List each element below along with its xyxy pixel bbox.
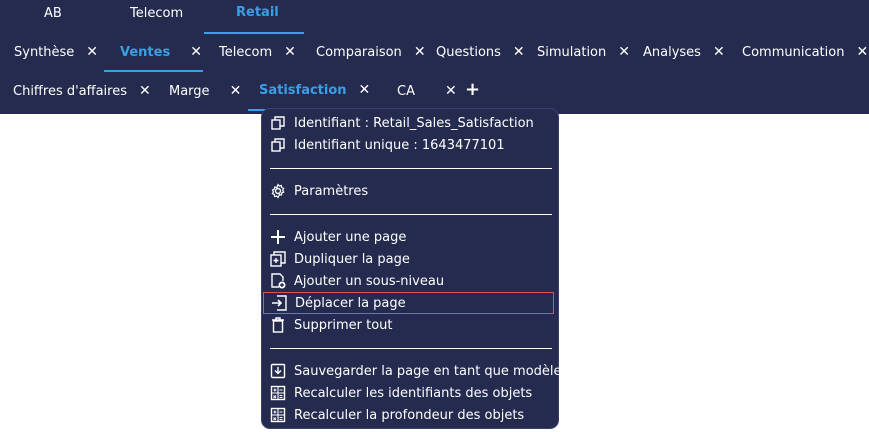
calculator-icon: [270, 407, 286, 423]
close-icon[interactable]: ✕: [856, 44, 868, 60]
tab-questions[interactable]: Questions ✕: [436, 43, 525, 61]
menu-item-ajouter-sous-niveau[interactable]: Ajouter un sous-niveau: [270, 270, 554, 292]
close-icon[interactable]: ✕: [86, 44, 98, 60]
menu-item-label: Déplacer la page: [295, 295, 406, 311]
trash-icon: [270, 317, 286, 333]
menu-separator: [270, 348, 552, 349]
tab-ventes[interactable]: Ventes ✕: [120, 43, 202, 61]
duplicate-icon: [270, 251, 286, 267]
close-icon[interactable]: ✕: [618, 44, 630, 60]
menu-item-label: Paramètres: [294, 183, 369, 199]
tab-ca[interactable]: CA ✕: [397, 82, 457, 100]
tab-label: Marge: [169, 83, 210, 99]
menu-item-identifiant-unique[interactable]: Identifiant unique : 1643477101: [270, 134, 554, 156]
menu-item-dupliquer-page[interactable]: Dupliquer la page: [270, 248, 554, 270]
menu-item-label: Recalculer la profondeur des objets: [294, 407, 525, 423]
menu-item-label: Identifiant : Retail_Sales_Satisfaction: [294, 115, 534, 131]
top-tab-telecom[interactable]: Telecom: [130, 4, 183, 22]
menu-item-supprimer-tout[interactable]: Supprimer tout: [270, 314, 554, 336]
tab-comparaison[interactable]: Comparaison ✕: [316, 43, 426, 61]
menu-item-ajouter-page[interactable]: Ajouter une page: [270, 226, 554, 248]
close-icon[interactable]: ✕: [359, 82, 371, 98]
context-menu: Identifiant : Retail_Sales_Satisfaction …: [261, 108, 562, 429]
tab-label: Questions: [436, 44, 501, 60]
close-icon[interactable]: ✕: [284, 44, 296, 60]
tab-label: Satisfaction: [259, 82, 347, 98]
tab-label: CA: [397, 83, 415, 99]
menu-item-label: Dupliquer la page: [294, 251, 410, 267]
gear-icon: [270, 183, 286, 199]
navbar: AB Telecom Retail Synthèse ✕ Ventes ✕ Te…: [0, 0, 869, 114]
tab-label: AB: [44, 5, 62, 21]
close-icon[interactable]: ✕: [445, 83, 457, 99]
copy-icon: [270, 115, 286, 131]
close-icon[interactable]: ✕: [139, 83, 151, 99]
tab-communication[interactable]: Communication ✕: [742, 43, 868, 61]
tab-label: Retail: [236, 4, 279, 20]
close-icon[interactable]: ✕: [414, 44, 426, 60]
plus-icon: [270, 229, 286, 245]
tab-label: Ventes: [120, 44, 171, 60]
menu-item-label: Recalculer les identifiants des objets: [294, 385, 533, 401]
tab-label: Comparaison: [316, 44, 402, 60]
active-tab-underline: [204, 32, 304, 34]
calculator-icon: [270, 385, 286, 401]
tab-label: Communication: [742, 44, 845, 60]
menu-separator: [270, 168, 552, 169]
close-icon[interactable]: ✕: [190, 44, 202, 60]
top-tab-retail[interactable]: Retail: [236, 3, 279, 21]
tab-chiffres-affaires[interactable]: Chiffres d'affaires ✕: [13, 82, 151, 100]
menu-item-recalculer-profondeur[interactable]: Recalculer la profondeur des objets: [270, 404, 554, 426]
tab-label: Telecom: [130, 5, 184, 21]
add-tab-button[interactable]: +: [465, 79, 480, 100]
menu-item-label: Sauvegarder la page en tant que modèle: [294, 363, 562, 379]
menu-item-sauvegarder-modele[interactable]: Sauvegarder la page en tant que modèle: [270, 360, 562, 382]
tab-label: Telecom: [219, 44, 273, 60]
menu-item-identifiant[interactable]: Identifiant : Retail_Sales_Satisfaction: [270, 112, 554, 134]
menu-item-label: Identifiant unique : 1643477101: [294, 137, 505, 153]
tab-analyses[interactable]: Analyses ✕: [643, 43, 725, 61]
save-template-icon: [270, 363, 286, 379]
tab-label: Simulation: [537, 44, 607, 60]
tab-label: Analyses: [643, 44, 701, 60]
tab-label: Chiffres d'affaires: [13, 83, 128, 99]
tab-synthese[interactable]: Synthèse ✕: [14, 43, 98, 61]
close-icon[interactable]: ✕: [513, 44, 525, 60]
add-sublevel-icon: [270, 273, 286, 289]
tab-telecom[interactable]: Telecom ✕: [219, 43, 296, 61]
menu-item-label: Ajouter un sous-niveau: [294, 273, 445, 289]
top-tab-ab[interactable]: AB: [44, 4, 62, 22]
tab-label: Synthèse: [14, 44, 75, 60]
menu-item-label: Ajouter une page: [294, 229, 407, 245]
tab-satisfaction[interactable]: Satisfaction ✕: [259, 81, 370, 99]
menu-item-label: Supprimer tout: [294, 317, 393, 333]
menu-separator: [270, 214, 552, 215]
copy-icon: [270, 137, 286, 153]
menu-item-recalculer-identifiants[interactable]: Recalculer les identifiants des objets: [270, 382, 554, 404]
move-icon: [271, 295, 287, 311]
close-icon[interactable]: ✕: [230, 83, 242, 99]
tab-marge[interactable]: Marge ✕: [169, 82, 241, 100]
close-icon[interactable]: ✕: [713, 44, 725, 60]
menu-item-deplacer-page[interactable]: Déplacer la page: [263, 292, 554, 314]
tab-simulation[interactable]: Simulation ✕: [537, 43, 630, 61]
menu-item-parametres[interactable]: Paramètres: [270, 180, 554, 202]
active-tab-underline: [104, 70, 203, 72]
